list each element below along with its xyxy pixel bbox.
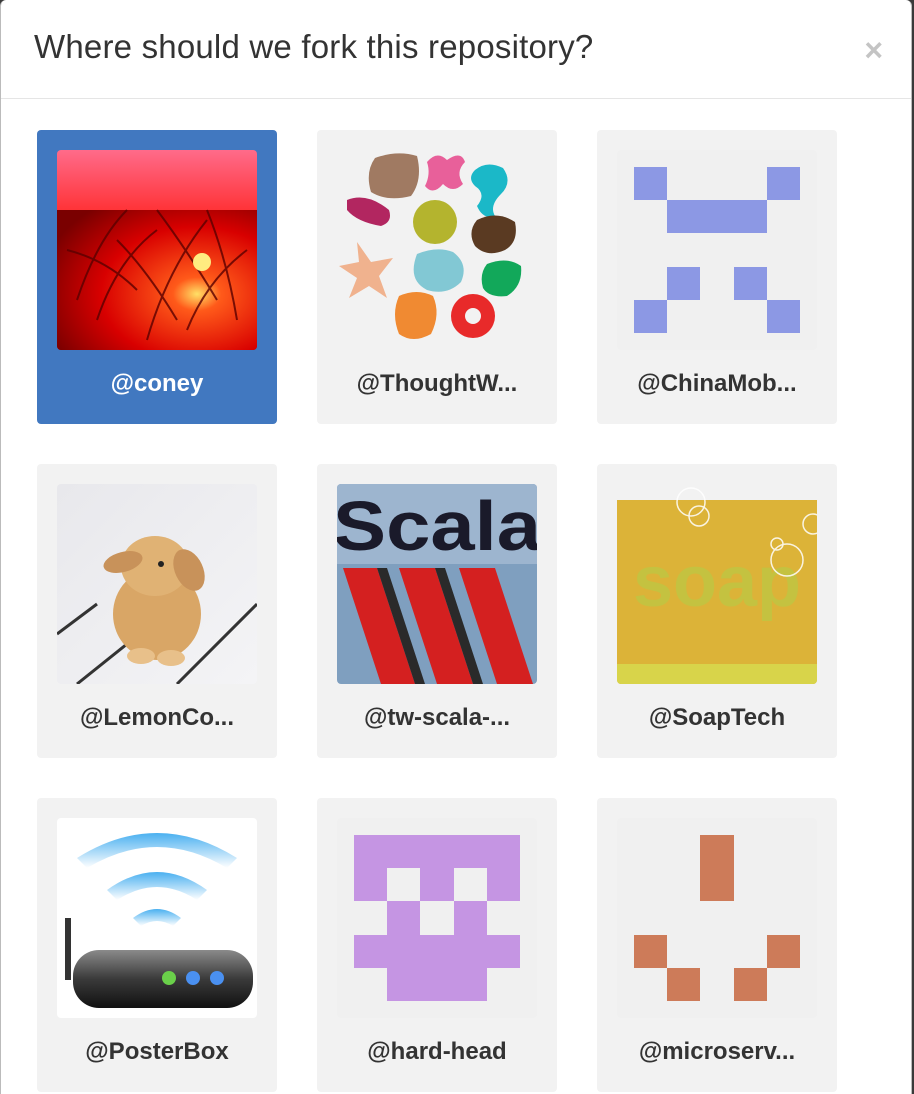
account-card-hard-head[interactable]: @hard-head — [317, 798, 557, 1092]
fork-dialog: Where should we fork this repository? × — [0, 0, 912, 1094]
account-label: @coney — [110, 370, 204, 397]
svg-text:Scala: Scala — [337, 487, 537, 565]
avatar: soap — [617, 484, 817, 684]
avatar: Scala — [337, 484, 537, 684]
avatar — [337, 818, 537, 1018]
account-label: @PosterBox — [85, 1038, 229, 1065]
dialog-title: Where should we fork this repository? — [34, 28, 594, 65]
account-card-coney[interactable]: @coney — [37, 130, 277, 424]
red-flower-photo-icon — [57, 150, 257, 350]
scala-logo-icon: Scala — [337, 484, 537, 684]
account-card-thoughtworks[interactable]: @ThoughtW... — [317, 130, 557, 424]
wifi-router-image-icon — [57, 818, 257, 1018]
account-label: @tw-scala-... — [363, 704, 511, 731]
avatar — [617, 818, 817, 1018]
blue-identicon-icon — [617, 150, 817, 350]
bunny-photo-icon — [57, 484, 257, 684]
avatar — [617, 150, 817, 350]
orange-identicon-icon — [617, 818, 817, 1018]
dialog-header: Where should we fork this repository? × — [1, 0, 911, 99]
purple-identicon-icon — [337, 818, 537, 1018]
account-card-posterbox[interactable]: @PosterBox — [37, 798, 277, 1092]
soap-image-icon: soap — [617, 484, 817, 684]
account-label: @ChinaMob... — [637, 370, 797, 397]
avatar — [57, 484, 257, 684]
close-icon[interactable]: × — [864, 34, 883, 66]
account-label: @LemonCo... — [79, 704, 235, 731]
account-card-soaptech[interactable]: soap @SoapTech — [597, 464, 837, 758]
account-label: @SoapTech — [648, 704, 786, 731]
avatar — [57, 818, 257, 1018]
avatar — [57, 150, 257, 350]
account-card-chinamobile[interactable]: @ChinaMob... — [597, 130, 837, 424]
account-card-tw-scala[interactable]: Scala @tw-scala-... — [317, 464, 557, 758]
account-label: @ThoughtW... — [356, 370, 518, 397]
account-card-microservices[interactable]: @microserv... — [597, 798, 837, 1092]
account-label: @hard-head — [367, 1038, 507, 1065]
soap-avatar-text: soap — [633, 542, 801, 622]
colorful-shapes-logo-icon — [337, 150, 537, 350]
avatar — [337, 150, 537, 350]
account-card-lemonco[interactable]: @LemonCo... — [37, 464, 277, 758]
account-label: @microserv... — [638, 1038, 796, 1065]
